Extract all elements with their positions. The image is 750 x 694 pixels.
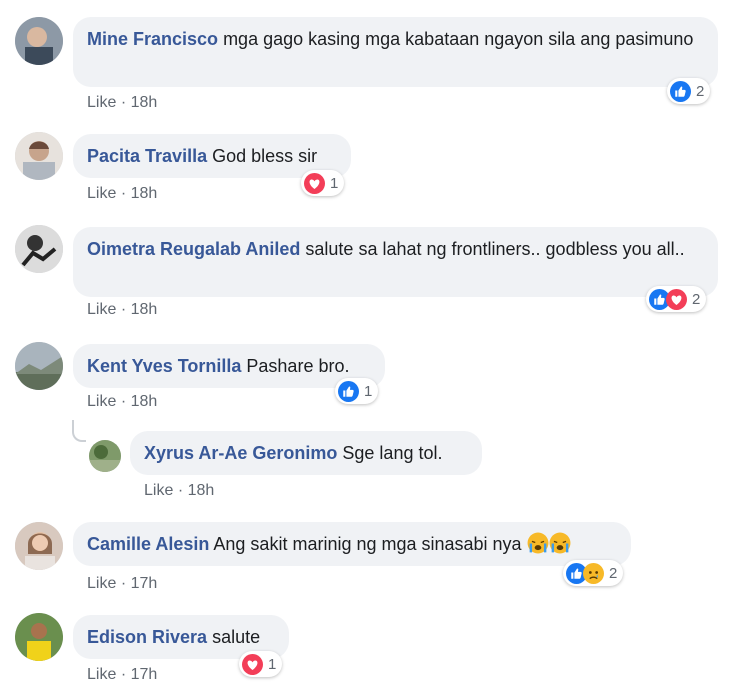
timestamp[interactable]: 18h (188, 482, 215, 499)
comment-bubble: Mine Francisco mga gago kasing mga kabat… (73, 17, 718, 87)
comment-text: Ang sakit marinig ng mga sinasabi nya (213, 534, 522, 554)
sad-icon (583, 563, 604, 584)
comment-text: salute sa lahat ng frontliners.. godbles… (305, 239, 685, 259)
like-link[interactable]: Like (87, 185, 116, 202)
comment-actions: Like · 18h (87, 94, 157, 112)
reaction-badge[interactable]: 1 (239, 651, 283, 677)
timestamp[interactable]: 17h (131, 575, 158, 592)
love-icon (304, 173, 325, 194)
crying-face-icon (527, 532, 549, 554)
like-icon (670, 81, 691, 102)
comment-bubble: Oimetra Reugalab Aniled salute sa lahat … (73, 227, 718, 297)
timestamp[interactable]: 18h (131, 393, 158, 410)
comment-actions: Like · 17h (87, 575, 157, 593)
avatar[interactable] (15, 613, 63, 661)
avatar[interactable] (89, 440, 121, 472)
reaction-badge[interactable]: 2 (563, 560, 624, 586)
separator: · (120, 185, 127, 202)
like-link[interactable]: Like (144, 482, 173, 499)
avatar[interactable] (15, 522, 63, 570)
author-name[interactable]: Mine Francisco (87, 29, 218, 49)
reaction-badge[interactable]: 2 (646, 286, 707, 312)
crying-face-icon (549, 532, 571, 554)
love-icon (666, 289, 687, 310)
like-link[interactable]: Like (87, 301, 116, 318)
reaction-count: 1 (330, 174, 339, 192)
love-icon (242, 654, 263, 675)
author-name[interactable]: Camille Alesin (87, 534, 209, 554)
comment-actions: Like · 18h (87, 185, 157, 203)
like-icon (338, 381, 359, 402)
reaction-count: 2 (609, 564, 618, 582)
reaction-count: 1 (268, 655, 277, 673)
author-name[interactable]: Kent Yves Tornilla (87, 356, 241, 376)
comment-actions: Like · 18h (144, 482, 214, 500)
like-link[interactable]: Like (87, 94, 116, 111)
comment-bubble: Camille Alesin Ang sakit marinig ng mga … (73, 522, 631, 566)
avatar[interactable] (15, 225, 63, 273)
author-name[interactable]: Edison Rivera (87, 627, 207, 647)
author-name[interactable]: Oimetra Reugalab Aniled (87, 239, 300, 259)
reaction-count: 2 (692, 290, 701, 308)
comment-text: mga gago kasing mga kabataan ngayon sila… (223, 29, 694, 49)
comment-text: God bless sir (212, 146, 318, 166)
avatar[interactable] (15, 132, 63, 180)
like-link[interactable]: Like (87, 666, 116, 683)
comment-text: salute (212, 627, 261, 647)
comment-actions: Like · 18h (87, 393, 157, 411)
separator: · (120, 94, 127, 111)
reaction-badge[interactable]: 2 (667, 78, 711, 104)
reaction-badge[interactable]: 1 (335, 378, 379, 404)
timestamp[interactable]: 17h (131, 666, 158, 683)
separator: · (120, 575, 127, 592)
reaction-badge[interactable]: 1 (301, 170, 345, 196)
like-link[interactable]: Like (87, 393, 116, 410)
separator: · (120, 393, 127, 410)
like-link[interactable]: Like (87, 575, 116, 592)
reply-connector (72, 420, 86, 442)
author-name[interactable]: Pacita Travilla (87, 146, 207, 166)
comment-bubble: Xyrus Ar-Ae Geronimo Sge lang tol. (130, 431, 482, 475)
separator: · (120, 301, 127, 318)
timestamp[interactable]: 18h (131, 301, 158, 318)
avatar[interactable] (15, 17, 63, 65)
reaction-count: 2 (696, 82, 705, 100)
comment-text: Pashare bro. (246, 356, 350, 376)
timestamp[interactable]: 18h (131, 185, 158, 202)
comment-actions: Like · 18h (87, 301, 157, 319)
separator: · (120, 666, 127, 683)
comment-text: Sge lang tol. (342, 443, 443, 463)
comment-actions: Like · 17h (87, 666, 157, 684)
timestamp[interactable]: 18h (131, 94, 158, 111)
author-name[interactable]: Xyrus Ar-Ae Geronimo (144, 443, 337, 463)
separator: · (177, 482, 184, 499)
reaction-count: 1 (364, 382, 373, 400)
avatar[interactable] (15, 342, 63, 390)
